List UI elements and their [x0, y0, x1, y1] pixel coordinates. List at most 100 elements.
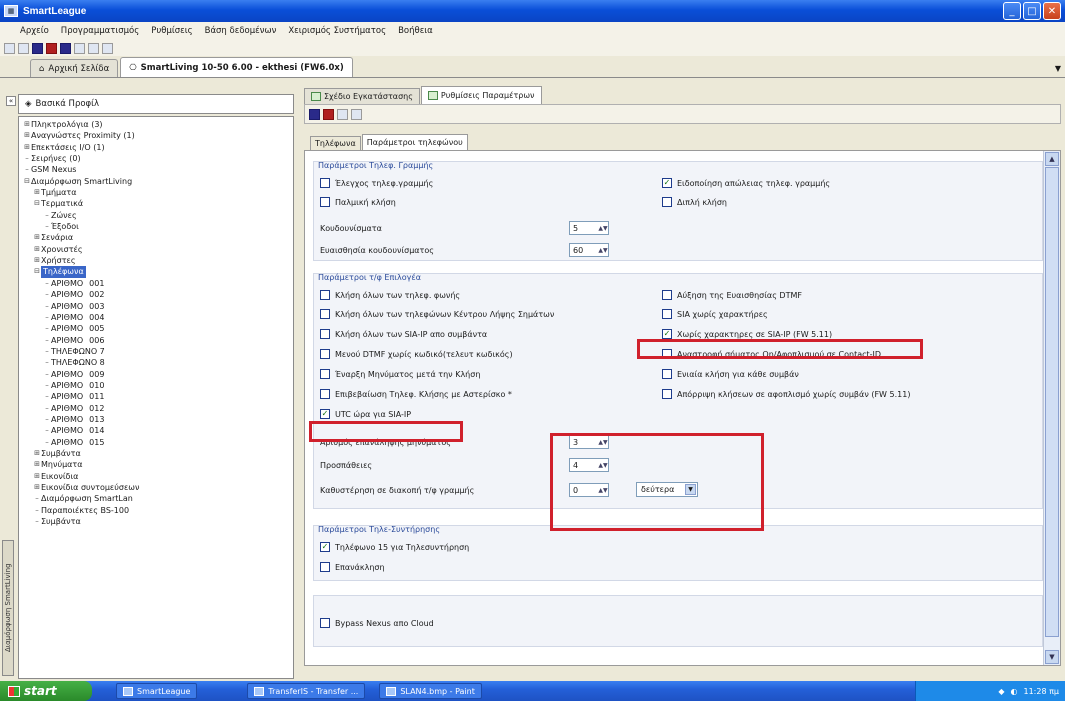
expand-icon[interactable]: ⊞ — [33, 232, 41, 243]
checkbox-call-voice[interactable]: Κλήση όλων των τηλεφ. φωνής — [320, 290, 460, 300]
refresh-icon[interactable] — [337, 108, 348, 120]
help-icon[interactable] — [102, 42, 113, 54]
checkbox-siaip-no-chars[interactable]: ✓ Χωρίς χαρακτηρες σε SIA-IP (FW 5.11) — [662, 329, 832, 339]
tabs-dropdown-icon[interactable]: ▼ — [1055, 64, 1061, 73]
config-tree[interactable]: ⊞ Πληκτρολόγια (3) ⊞ Αναγνώστες Proximity (… — [18, 116, 294, 679]
expand-icon[interactable]: ⊞ — [33, 459, 41, 470]
tree-item[interactable]: ⊞ Χρονιστές — [19, 244, 293, 255]
spin-arrows-icon[interactable]: ▲▼ — [598, 459, 608, 471]
expand-icon[interactable]: ⊞ — [33, 187, 41, 198]
checkbox-pulse-dial[interactable]: Παλμική κλήση — [320, 197, 396, 207]
menu-system[interactable]: Χειρισμός Συστήματος — [288, 26, 386, 36]
tree-item[interactable]: ⊞ Εικονίδια — [19, 471, 293, 482]
volume-icon[interactable]: ◐ — [1011, 687, 1018, 696]
message-repeat-stepper[interactable]: 3 ▲▼ — [569, 435, 609, 449]
collapse-icon[interactable]: ⊟ — [33, 266, 41, 277]
expand-icon[interactable]: ⊞ — [23, 130, 31, 141]
tree-item[interactable]: – ΑΡΙΘΜΟ 003 — [19, 301, 293, 312]
checkbox-sia-no-chars[interactable]: SIA χωρίς χαρακτήρες — [662, 309, 768, 319]
tree-item[interactable]: – Σειρήνες (0) — [19, 153, 293, 164]
checkbox-phone15-maintenance[interactable]: ✓ Τηλέφωνο 15 για Τηλεσυντήρηση — [320, 542, 469, 552]
spin-arrows-icon[interactable]: ▲▼ — [598, 222, 608, 234]
tree-item[interactable]: ⊞ Τμήματα — [19, 187, 293, 198]
tree-item[interactable]: – ΑΡΙΘΜΟ 001 — [19, 278, 293, 289]
tree-item[interactable]: – Παραποιέκτες BS-100 — [19, 505, 293, 516]
checkbox-dtmf-sensitivity[interactable]: Αύξηση της Ευαισθησίας DTMF — [662, 290, 802, 300]
new-icon[interactable] — [4, 42, 15, 54]
line-delay-stepper[interactable]: 0 ▲▼ — [569, 483, 609, 497]
scroll-thumb[interactable] — [1045, 167, 1059, 637]
checkbox-utc-siaip[interactable]: ✓ UTC ώρα για SIA-IP — [320, 409, 411, 419]
tab-home[interactable]: ⌂ Αρχική Σελίδα — [30, 59, 119, 77]
tree-item[interactable]: ⊞ Μηνύματα — [19, 459, 293, 470]
expand-icon[interactable]: ⊞ — [33, 244, 41, 255]
checkbox-dtmf-menu[interactable]: Μενού DTMF χωρίς κωδικό(τελευτ κωδικός) — [320, 349, 513, 359]
tab-installation-plan[interactable]: Σχέδιο Εγκατάστασης — [304, 88, 420, 104]
tree-item[interactable]: – ΑΡΙΘΜΟ 005 — [19, 323, 293, 334]
spin-arrows-icon[interactable]: ▲▼ — [598, 484, 608, 496]
rings-stepper[interactable]: 5 ▲▼ — [569, 221, 609, 235]
delay-unit-select[interactable]: δεύτερα ▼ — [636, 482, 698, 497]
menu-file[interactable]: Αρχείο — [20, 26, 49, 36]
expand-icon[interactable]: ⊞ — [33, 448, 41, 459]
vertical-scrollbar[interactable]: ▲ ▼ — [1043, 151, 1060, 665]
tree-item[interactable]: – ΑΡΙΘΜΟ 009 — [19, 369, 293, 380]
tree-item[interactable]: – ΑΡΙΘΜΟ 002 — [19, 289, 293, 300]
menu-database[interactable]: Βάση δεδομένων — [205, 26, 277, 36]
tree-item[interactable]: – GSM Nexus — [19, 164, 293, 175]
tree-item[interactable]: – ΑΡΙΘΜΟ 013 — [19, 414, 293, 425]
read-icon[interactable] — [46, 42, 57, 54]
checkbox-bypass-nexus[interactable]: Bypass Nexus απο Cloud — [320, 618, 434, 628]
tree-item[interactable]: – ΑΡΙΘΜΟ 006 — [19, 335, 293, 346]
tree-item[interactable]: – Διαμόρφωση SmartLan — [19, 493, 293, 504]
write-panel-icon[interactable] — [323, 108, 334, 120]
tree-item[interactable]: – ΑΡΙΘΜΟ 012 — [19, 403, 293, 414]
tree-item[interactable]: ⊞ Αναγνώστες Proximity (1) — [19, 130, 293, 141]
checkbox-single-call[interactable]: Ενιαία κλήση για κάθε συμβάν — [662, 369, 799, 379]
tree-item[interactable]: ⊞ Επεκτάσεις I/O (1) — [19, 142, 293, 153]
checkbox-reject-calls[interactable]: Απόρριψη κλήσεων σε αφοπλισμό χωρίς συμβ… — [662, 389, 910, 399]
tree-item[interactable]: – Ζώνες — [19, 210, 293, 221]
tree-item[interactable]: ⊟ Τερματικά — [19, 198, 293, 209]
print-icon[interactable] — [88, 42, 99, 54]
checkbox-line-loss-notify[interactable]: ✓ Ειδοποίηση απώλειας τηλεφ. γραμμής — [662, 178, 830, 188]
checkbox-call-siaip[interactable]: Κλήση όλων των SIA-IP απο συμβάντα — [320, 329, 487, 339]
tab-project[interactable]: ⎔ SmartLiving 10-50 6.00 - ekthesi (FW6.… — [120, 57, 353, 77]
tree-item[interactable]: – ΑΡΙΘΜΟ 011 — [19, 391, 293, 402]
attempts-stepper[interactable]: 4 ▲▼ — [569, 458, 609, 472]
vertical-tab-config[interactable]: Διαμόρφωση SmartLiving — [2, 540, 14, 676]
tree-item[interactable]: ⊞ Συμβάντα — [19, 448, 293, 459]
checkbox-double-call[interactable]: Διπλή κλήση — [662, 197, 727, 207]
profile-header[interactable]: ◈ Βασικά Προφίλ — [18, 94, 294, 114]
scroll-down-icon[interactable]: ▼ — [1045, 650, 1059, 664]
ring-sensitivity-stepper[interactable]: 60 ▲▼ — [569, 243, 609, 257]
checkbox-message-start[interactable]: Έναρξη Μηνύματος μετά την Κλήση — [320, 369, 480, 379]
expand-icon[interactable]: ⊞ — [23, 119, 31, 130]
collapse-icon[interactable]: ⊟ — [23, 176, 31, 187]
spin-arrows-icon[interactable]: ▲▼ — [598, 244, 608, 256]
menu-help[interactable]: Βοήθεια — [398, 26, 433, 36]
checkbox-contact-id-invert[interactable]: Αναστροφή σήματος On/Αφοπλισμού σε Conta… — [662, 349, 881, 359]
tree-item[interactable]: – ΑΡΙΘΜΟ 014 — [19, 425, 293, 436]
expand-icon[interactable]: ⊞ — [33, 255, 41, 266]
checkbox-call-cms[interactable]: Κλήση όλων των τηλεφώνων Κέντρου Λήψης Σ… — [320, 309, 554, 319]
checkbox-confirm-asterisk[interactable]: Επιβεβαίωση Τηλεφ. Κλήσης με Αστερίσκο * — [320, 389, 512, 399]
scroll-up-icon[interactable]: ▲ — [1045, 152, 1059, 166]
tree-item[interactable]: ⊞ Σενάρια — [19, 232, 293, 243]
minimize-button[interactable]: _ — [1003, 2, 1021, 20]
tree-item[interactable]: – ΤΗΛΕΦΩΝΟ 7 — [19, 346, 293, 357]
network-icon[interactable]: ◆ — [998, 687, 1004, 696]
tree-item[interactable]: – ΑΡΙΘΜΟ 004 — [19, 312, 293, 323]
connect-icon[interactable] — [74, 42, 85, 54]
expand-icon[interactable]: ⊞ — [23, 142, 31, 153]
collapse-icon[interactable]: ⊟ — [33, 198, 41, 209]
close-button[interactable]: ✕ — [1043, 2, 1061, 20]
tree-item[interactable]: ⊟ Διαμόρφωση SmartLiving — [19, 176, 293, 187]
save-icon[interactable] — [32, 42, 43, 54]
tree-item[interactable]: – ΑΡΙΘΜΟ 010 — [19, 380, 293, 391]
tab-phones[interactable]: Τηλέφωνα — [310, 136, 361, 150]
tree-item[interactable]: – Έξοδοι — [19, 221, 293, 232]
maximize-button[interactable]: □ — [1023, 2, 1041, 20]
tree-item[interactable]: – ΑΡΙΘΜΟ 015 — [19, 437, 293, 448]
start-button[interactable]: start — [0, 681, 92, 701]
